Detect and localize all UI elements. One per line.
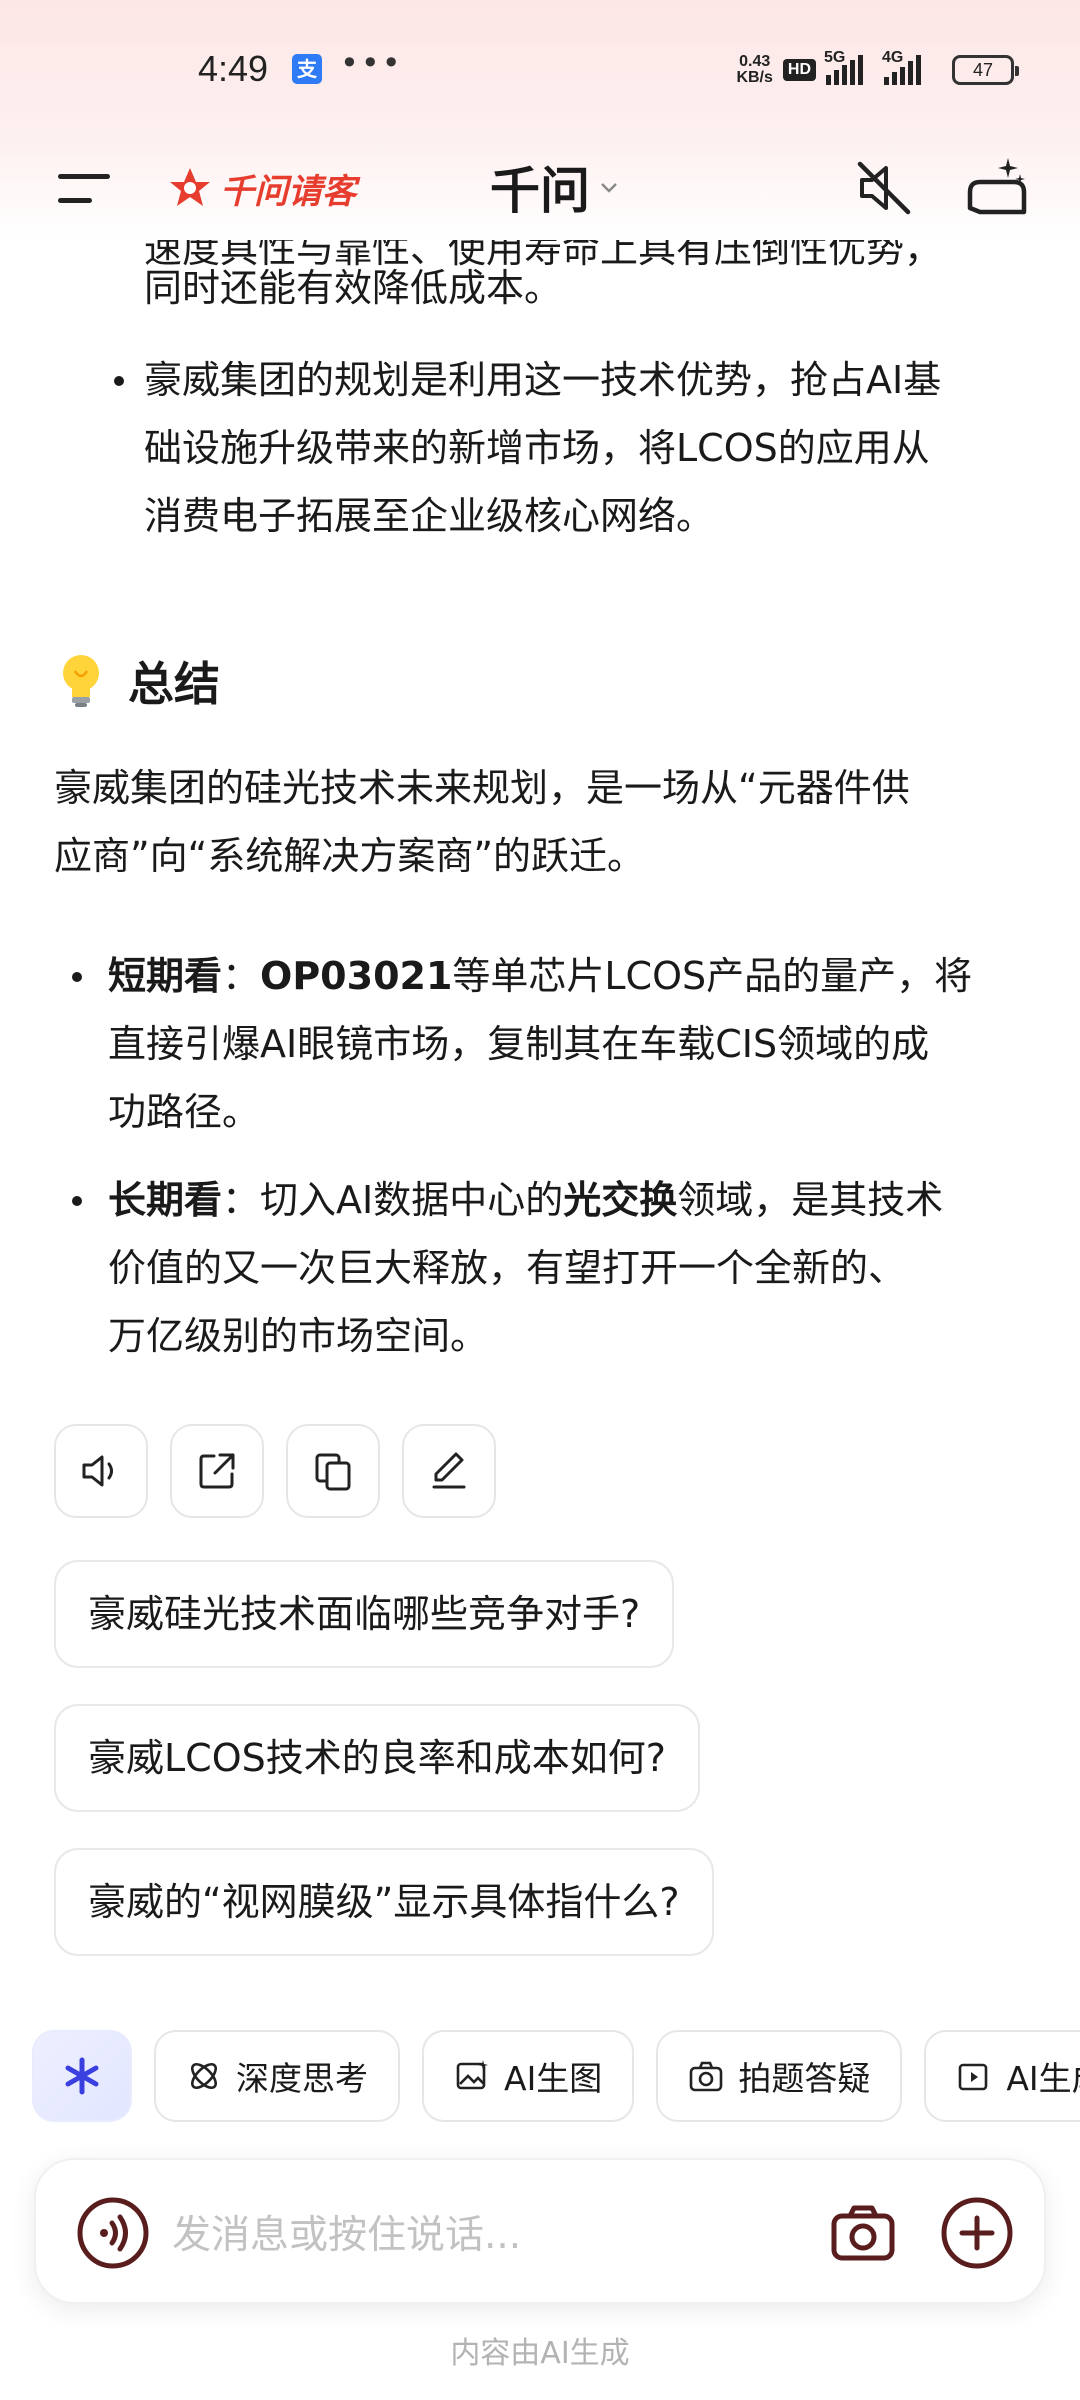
text-line: 消费电子拓展至企业级核心网络。 — [144, 494, 715, 538]
suggestion-chip[interactable]: 豪威的“视网膜级”显示具体指什么? — [54, 1848, 714, 1956]
text-line: 直接引爆AI眼镜市场，复制其在车载CIS领域的成 — [108, 1022, 930, 1066]
signal-5g-label: 5G — [824, 49, 846, 66]
chat-content: 速度具性与靠性、使用寿命上具有压倒性优势， 同时还能有效降低成本。 豪威集团的规… — [0, 240, 1080, 2040]
status-time: 4:49 — [198, 48, 269, 89]
voice-input-icon[interactable] — [76, 2196, 150, 2270]
net-speed-unit: KB/s — [736, 69, 773, 86]
brand-mark-icon — [170, 168, 210, 206]
agent-button[interactable] — [32, 2030, 132, 2122]
bullet-label: 短期看 — [108, 954, 223, 998]
model-selector[interactable]: 千问 — [490, 152, 620, 222]
mute-speaker-icon[interactable] — [852, 156, 916, 220]
sparkle-icon — [65, 2057, 99, 2095]
tool-bar: 深度思考 AI生图 拍题答疑 AI生成 — [0, 2030, 1080, 2126]
text-line: 础设施升级带来的新增市场，将LCOS的应用从 — [144, 426, 930, 470]
alipay-icon: 支 — [292, 54, 322, 84]
copy-icon — [315, 1453, 351, 1491]
net-speed-value: 0.43 — [739, 53, 771, 70]
more-notifications-icon: ••• — [340, 44, 403, 82]
edit-button[interactable] — [402, 1424, 496, 1518]
summary-paragraph: 豪威集团的硅光技术未来规划，是一场从“元器件供 应商”向“系统解决方案商”的跃迁… — [54, 754, 1034, 890]
text-line: 同时还能有效降低成本。 — [144, 266, 563, 310]
read-aloud-button[interactable] — [54, 1424, 148, 1518]
bullet-separator: ： — [222, 954, 261, 998]
share-button[interactable] — [170, 1424, 264, 1518]
list-item: 短期看：OP03021等单芯片LCOS产品的量产，将 直接引爆AI眼镜市场，复制… — [72, 942, 1048, 1146]
summary-heading: 总结 — [54, 648, 220, 714]
new-chat-icon[interactable] — [962, 152, 1032, 222]
menu-icon[interactable] — [56, 168, 112, 208]
suggestion-chip[interactable]: 豪威硅光技术面临哪些竞争对手? — [54, 1560, 675, 1668]
camera-icon — [690, 2061, 723, 2092]
summary-title: 总结 — [128, 657, 220, 711]
text-line: 万亿级别的市场空间。 — [108, 1314, 489, 1358]
deep-think-button[interactable]: 深度思考 — [154, 2030, 400, 2122]
tool-label: AI生图 — [504, 2059, 603, 2098]
text-line: 豪威集团的硅光技术未来规划，是一场从“元器件供 — [54, 766, 910, 810]
list-item: 长期看：切入AI数据中心的光交换领域，是其技术 价值的又一次巨大释放，有望打开一… — [72, 1166, 1048, 1370]
chevron-down-icon — [601, 183, 617, 193]
tool-label: 深度思考 — [236, 2059, 368, 2098]
status-bar: 4:49 支 ••• 0.43 KB/s HD 5G 4G 47 — [0, 0, 1080, 140]
list-item: 豪威集团的规划是利用这一技术优势，抢占AI基 础设施升级带来的新增市场，将LCO… — [114, 346, 1034, 550]
share-icon — [199, 1453, 235, 1489]
ai-generate-button[interactable]: AI生成 — [924, 2030, 1080, 2122]
brand-logo[interactable]: 千问请客 — [166, 158, 356, 218]
text-line: 功路径。 — [108, 1090, 261, 1134]
bullet-highlight: 光交换 — [563, 1178, 678, 1222]
signal-4g-label: 4G — [882, 49, 904, 66]
suggestion-chip[interactable]: 豪威LCOS技术的良率和成本如何? — [54, 1704, 700, 1812]
pencil-icon — [432, 1452, 466, 1489]
text-line: 价值的又一次巨大释放，有望打开一个全新的、 — [108, 1246, 907, 1290]
lightbulb-icon — [63, 655, 99, 707]
bullet-text: 领域，是其技术 — [677, 1178, 944, 1222]
message-actions — [54, 1424, 496, 1518]
bullet-text: 等单芯片LCOS产品的量产，将 — [452, 954, 973, 998]
suggested-questions: 豪威硅光技术面临哪些竞争对手? 豪威LCOS技术的良率和成本如何? 豪威的“视网… — [54, 1560, 714, 1992]
signal-5g-icon: 5G — [824, 49, 874, 85]
text-line: 豪威集团的规划是利用这一技术优势，抢占AI基 — [144, 358, 942, 402]
page-title: 千问 — [490, 162, 590, 220]
network-speed: 0.43 KB/s — [736, 54, 772, 86]
battery-icon: 47 — [952, 55, 1019, 85]
bullet-label: 长期看 — [108, 1178, 223, 1222]
speaker-icon — [82, 1455, 113, 1487]
message-input[interactable]: 发消息或按住说话... — [172, 2204, 521, 2260]
camera-icon[interactable] — [828, 2198, 898, 2268]
bullet-text: ：切入AI数据中心的 — [222, 1178, 564, 1222]
text-line: 应商”向“系统解决方案商”的跃迁。 — [54, 834, 646, 878]
tool-label: AI生成 — [1006, 2059, 1080, 2098]
video-icon — [959, 2063, 988, 2091]
text-line: 短期看：OP03021等单芯片LCOS产品的量产，将 — [108, 942, 1048, 1010]
atom-icon — [190, 2062, 218, 2090]
copy-button[interactable] — [286, 1424, 380, 1518]
message-input-bar: 发消息或按住说话... — [34, 2158, 1046, 2304]
ai-image-button[interactable]: AI生图 — [422, 2030, 635, 2122]
image-icon — [456, 2060, 488, 2090]
bullet-highlight: OP03021 — [260, 954, 453, 998]
status-indicators: 0.43 KB/s HD 5G 4G 47 — [736, 49, 1019, 88]
app-header: 千问请客 千问 — [0, 140, 1080, 240]
summary-bullets: 短期看：OP03021等单芯片LCOS产品的量产，将 直接引爆AI眼镜市场，复制… — [72, 942, 1048, 1390]
plus-icon[interactable] — [940, 2196, 1014, 2270]
brand-text: 千问请客 — [220, 171, 356, 212]
ai-disclaimer: 内容由AI生成 — [450, 2336, 630, 2371]
tool-label: 拍题答疑 — [738, 2059, 871, 2098]
previous-section-list: 同时还能有效降低成本。 豪威集团的规划是利用这一技术优势，抢占AI基 础设施升级… — [114, 254, 1034, 550]
signal-4g-icon: 4G — [882, 49, 942, 85]
photo-qa-button[interactable]: 拍题答疑 — [656, 2030, 903, 2122]
text-line: 长期看：切入AI数据中心的光交换领域，是其技术 — [108, 1166, 1048, 1234]
hd-badge: HD — [782, 59, 816, 81]
